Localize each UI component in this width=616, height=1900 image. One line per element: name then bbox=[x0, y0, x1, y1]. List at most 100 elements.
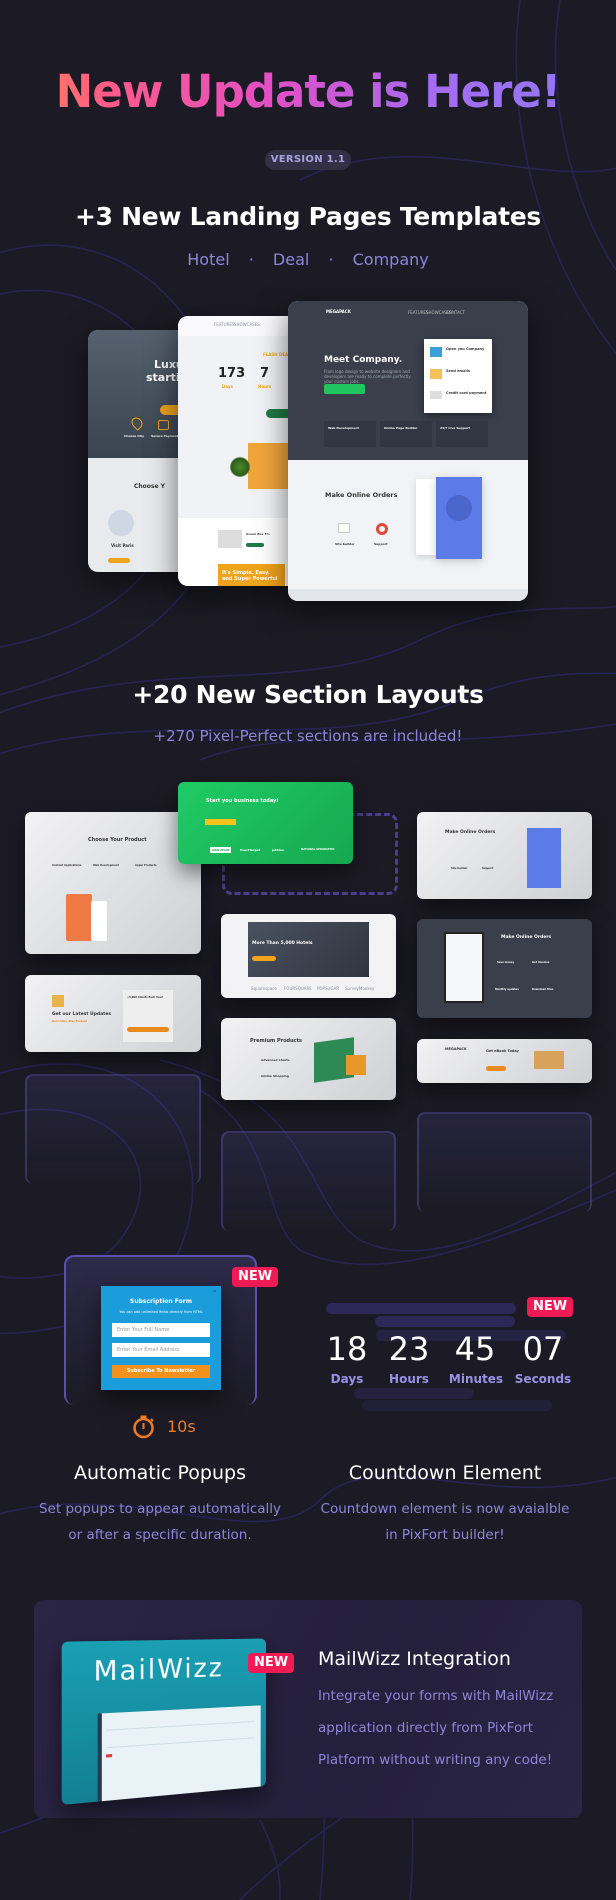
popup-subtitle: You can add unlimited fields directly fr… bbox=[119, 1310, 203, 1314]
company-footer-strip bbox=[288, 589, 528, 601]
subscribe-button[interactable]: Subscribe To Newsletter bbox=[112, 1365, 210, 1378]
countdown-hours-label: Hours bbox=[389, 1372, 429, 1386]
placeholder-card bbox=[221, 1131, 396, 1231]
section-thumb-ebook[interactable]: MEGAPACK Get eBook Today bbox=[417, 1039, 592, 1083]
plant-illustration bbox=[230, 456, 250, 478]
template-deal: Deal bbox=[272, 250, 310, 269]
countdown-days: 18 bbox=[326, 1330, 368, 1368]
mailwizz-desc-line: Integrate your forms with MailWizz bbox=[318, 1688, 554, 1704]
tile: 24/7 Live Support bbox=[436, 421, 488, 447]
stopwatch-icon bbox=[131, 1414, 156, 1439]
thumb-title: Choose Your Product bbox=[88, 837, 147, 843]
decor-stripe bbox=[354, 1388, 474, 1399]
orange-box-illustration bbox=[346, 1055, 366, 1075]
company-nav-item: CONTACT bbox=[446, 310, 465, 315]
hotel-card-title: Visit Paris bbox=[111, 543, 134, 548]
thumb-col: Apple Products bbox=[135, 864, 157, 867]
section-thumb-updates[interactable]: Get our Latest Updates Don't Miss, Stay … bbox=[25, 975, 201, 1052]
thumb-item: Download Files bbox=[532, 988, 554, 991]
countdown-title: Countdown Element bbox=[348, 1462, 542, 1484]
thumb-title: Premium Products bbox=[250, 1038, 302, 1044]
section-thumb-premium[interactable]: Premium Products Advanced Charts Online … bbox=[221, 1018, 396, 1100]
mailwizz-preview: MailWizz bbox=[61, 1638, 266, 1805]
tile-title: Web Development bbox=[328, 426, 359, 430]
mailwizz-logo: MailWizz bbox=[93, 1652, 224, 1688]
thumb-title: Make Online Orders bbox=[501, 935, 552, 940]
thumb-brand: MEGAPACK bbox=[445, 1047, 467, 1051]
phone-back bbox=[416, 479, 436, 555]
deal-count-days: 173 bbox=[218, 366, 246, 381]
form-title: +5,000 Clients Each Year! bbox=[127, 996, 164, 999]
popups-desc-line: or after a specific duration. bbox=[68, 1527, 252, 1543]
logo: Squarespace bbox=[251, 986, 277, 991]
deal-product-button bbox=[246, 543, 264, 547]
thumb-button bbox=[486, 1066, 506, 1071]
section-thumb-orders-light[interactable]: Make Online Orders Site builder Support bbox=[417, 812, 592, 899]
section-thumb-orders-dark[interactable]: Make Online Orders Save money Get Invoic… bbox=[417, 919, 592, 1018]
company-template-preview[interactable]: MEGAPACK FEATURES SHOWCASES CONTACT Meet… bbox=[288, 301, 528, 601]
dashboard-flag bbox=[105, 1753, 113, 1758]
countdown-desc-line: in PixFort builder! bbox=[385, 1527, 505, 1543]
template-hotel: Hotel bbox=[187, 250, 230, 269]
logo: FOURSQUARE bbox=[284, 986, 312, 991]
thumb-item: Get Invoices bbox=[532, 961, 550, 964]
decor-stripe bbox=[362, 1400, 552, 1411]
thumb-title: More Than 5,000 Hotels bbox=[252, 941, 313, 946]
mailwizz-desc-line: Platform without writing any code! bbox=[318, 1752, 553, 1768]
thumb-col: Android Applications bbox=[52, 864, 82, 867]
sections-subheading: +270 Pixel-Perfect sections are included… bbox=[153, 727, 463, 745]
deal-banner-text: It's Simple. Easy. and Super Powerful bbox=[222, 570, 278, 582]
thumb-item: Support bbox=[482, 867, 494, 870]
tile: Web Development bbox=[324, 421, 376, 447]
company-headline: Meet Company. bbox=[324, 355, 403, 365]
company-orders-item: Support bbox=[374, 542, 388, 546]
sections-heading: +20 New Section Layouts bbox=[132, 680, 484, 709]
separator: · bbox=[248, 250, 254, 269]
template-list: Hotel · Deal · Company bbox=[0, 250, 616, 269]
coffee-checklist-illustration bbox=[446, 495, 472, 521]
phone-illustration bbox=[444, 932, 484, 1003]
countdown-hours: 23 bbox=[388, 1330, 430, 1368]
company-orders-title: Make Online Orders bbox=[325, 491, 398, 499]
deal-product-image bbox=[218, 530, 242, 548]
logo: POPSUGAR bbox=[317, 986, 340, 991]
list-item-title: Send emails bbox=[446, 369, 470, 373]
thumb-title: Make Online Orders bbox=[445, 830, 496, 835]
new-badge: NEW bbox=[527, 1297, 573, 1317]
logo: NATIONAL GEOGRAPHIC bbox=[301, 848, 335, 851]
thumb-button bbox=[127, 1027, 169, 1032]
lifebuoy-icon bbox=[376, 523, 388, 535]
decor-stripe bbox=[326, 1303, 516, 1314]
deal-count-days-label: Days bbox=[222, 384, 233, 389]
deal-template-preview[interactable]: FEATURES SHOWCASES FLASH DEAL 173 Days 7… bbox=[178, 316, 298, 586]
countdown-seconds: 07 bbox=[522, 1330, 564, 1368]
placeholder-card bbox=[417, 1112, 592, 1212]
mailwizz-desc: Integrate your forms with MailWizz appli… bbox=[318, 1680, 553, 1776]
section-thumb-hotels[interactable]: More Than 5,000 Hotels Squarespace FOURS… bbox=[221, 914, 396, 998]
list-item-title: Open you Company bbox=[446, 347, 485, 351]
subscribe-form: +5,000 Clients Each Year! bbox=[123, 990, 173, 1042]
company-feature-list: Open you Company Send emails Credit card… bbox=[424, 339, 492, 413]
dashboard-stats bbox=[105, 1721, 255, 1749]
phone-illustration bbox=[66, 894, 92, 941]
countdown-minutes-label: Minutes bbox=[448, 1372, 504, 1386]
lock-icon bbox=[158, 420, 169, 430]
placeholder-card bbox=[25, 1074, 201, 1184]
section-thumb-product[interactable]: Choose Your Product Android Applications… bbox=[25, 812, 201, 954]
company-brand: MEGAPACK bbox=[326, 309, 351, 314]
deal-eyebrow: FLASH DEAL bbox=[263, 352, 291, 357]
email-input[interactable]: Enter Your Email Address bbox=[112, 1343, 210, 1357]
popups-title: Automatic Popups bbox=[74, 1462, 246, 1484]
subscription-popup[interactable]: Subscription Form You can add unlimited … bbox=[101, 1286, 221, 1390]
deal-product-title: Green Box 3% bbox=[246, 532, 270, 536]
name-input[interactable]: Enter Your Full Name bbox=[112, 1323, 210, 1337]
close-icon[interactable]: ✕ bbox=[213, 1289, 217, 1295]
separator: · bbox=[328, 250, 334, 269]
deal-nav-item: FEATURES bbox=[214, 322, 235, 327]
phone-illustration bbox=[91, 901, 107, 941]
section-thumb-business[interactable]: Start you business today! GROUPON ExactT… bbox=[178, 782, 353, 864]
credit-card-icon bbox=[430, 391, 442, 399]
version-badge: VERSION 1.1 bbox=[265, 150, 351, 170]
thumb-item: Site builder bbox=[451, 867, 468, 870]
store-icon bbox=[430, 347, 442, 357]
